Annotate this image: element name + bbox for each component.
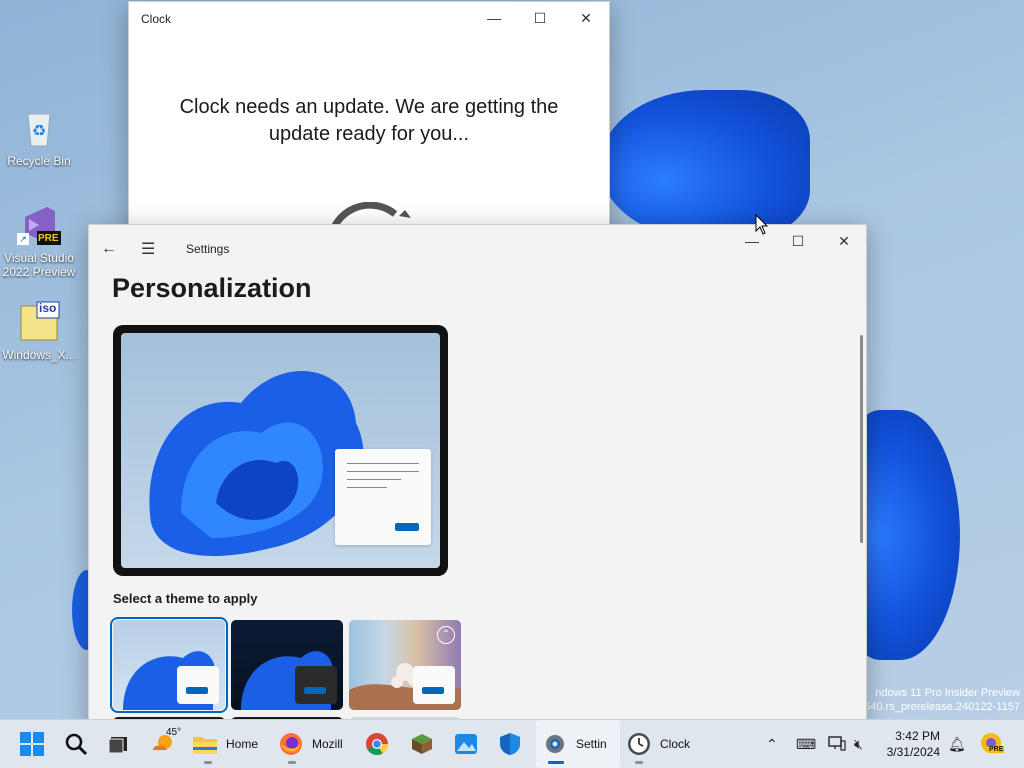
- shortcut-arrow-icon: ↗: [17, 233, 29, 245]
- desktop-icon-label: Visual Studio 2022 Preview: [2, 251, 76, 279]
- minimize-button[interactable]: —: [471, 2, 517, 34]
- maximize-icon: ☐: [533, 9, 547, 26]
- svg-text:♻: ♻: [32, 121, 46, 140]
- back-arrow-icon[interactable]: ←: [101, 240, 125, 258]
- iso-badge: iso: [39, 301, 57, 315]
- show-hidden-icons-button[interactable]: ⌃: [766, 720, 778, 768]
- settings-nav: ← ☰: [101, 239, 155, 259]
- start-button[interactable]: [19, 720, 45, 768]
- pre-badge: PRE: [38, 233, 59, 244]
- minimize-icon: —: [487, 10, 501, 26]
- window-title: Clock: [141, 12, 172, 26]
- desktop-icon-label: Windows_X...: [2, 348, 76, 362]
- clock-time: 3:42 PM: [895, 729, 940, 743]
- update-message: Clock needs an update. We are getting th…: [179, 96, 559, 145]
- copilot-pre-icon: PRE: [980, 732, 1005, 756]
- wallpaper-bloom-top: [600, 90, 810, 240]
- desktop-icon-iso[interactable]: iso Windows_X...: [1, 300, 77, 362]
- settings-window: ← ☰ Settings — ☐ ✕ Personalization Selec…: [88, 224, 867, 726]
- theme-flower[interactable]: ⌃: [349, 620, 461, 710]
- clock-date: 3/31/2024: [886, 745, 940, 759]
- task-view-button[interactable]: [105, 720, 131, 768]
- system-clock[interactable]: 3:42 PM 3/31/2024: [887, 728, 940, 760]
- preview-window-mockup: [335, 449, 431, 545]
- page-title: Personalization: [112, 273, 312, 303]
- photos-icon: [453, 731, 479, 757]
- chrome-icon: [364, 731, 390, 757]
- taskbar-item-settings[interactable]: Settin: [536, 720, 620, 768]
- taskbar-item-file-explorer[interactable]: Home: [192, 720, 270, 768]
- iso-file-icon: iso: [17, 300, 61, 344]
- scrollbar[interactable]: [860, 335, 863, 543]
- chevron-up-icon: ⌃: [766, 735, 778, 752]
- taskbar-item-minecraft[interactable]: [409, 720, 435, 768]
- clock-icon: [626, 731, 652, 757]
- mouse-cursor-icon: [755, 214, 769, 235]
- theme-list: ⌃: [110, 617, 461, 713]
- windows-logo-icon: [19, 731, 45, 757]
- monitor-network-icon: [828, 735, 846, 754]
- weather-temperature: 45°: [166, 727, 182, 738]
- clock-window: Clock — ☐ ✕ Clock needs an update. We ar…: [128, 1, 610, 243]
- settings-gear-icon: [542, 731, 568, 757]
- close-button[interactable]: ✕: [821, 225, 866, 257]
- keyboard-icon: ⌨: [796, 735, 817, 752]
- search-icon: [63, 731, 89, 757]
- firefox-icon: [278, 731, 304, 757]
- theme-preview: [113, 325, 448, 576]
- weather-widget[interactable]: 45°: [150, 720, 181, 768]
- bell-icon: 🔔︎: [948, 735, 966, 752]
- taskbar-item-label: Settin: [576, 737, 607, 751]
- windows-watermark: ndows 11 Pro Insider Preview 640.rs_prer…: [864, 686, 1020, 714]
- volume-button[interactable]: 🔇︎: [854, 720, 863, 768]
- recycle-bin-icon: ♻: [17, 106, 61, 150]
- maximize-button[interactable]: ☐: [775, 225, 821, 257]
- hamburger-menu-icon[interactable]: ☰: [141, 239, 155, 259]
- taskbar-item-chrome[interactable]: [364, 720, 390, 768]
- close-button[interactable]: ✕: [563, 2, 609, 34]
- desktop-icon-recycle-bin[interactable]: ♻ Recycle Bin: [1, 106, 77, 168]
- watermark-line-2: 640.rs_prerelease.240122-1157: [864, 701, 1020, 713]
- visual-studio-icon: PRE ↗: [17, 203, 61, 247]
- close-icon: ✕: [838, 232, 850, 249]
- task-view-icon: [105, 731, 131, 757]
- speaker-muted-icon: 🔇︎: [854, 735, 863, 752]
- theme-light-bloom[interactable]: [110, 617, 228, 713]
- taskbar: 45° Home Mozill Settin Clock ⌃ ⌨ 🔇︎ 3:42…: [0, 719, 1024, 768]
- taskbar-item-clock[interactable]: Clock: [626, 720, 700, 768]
- section-label: Select a theme to apply: [113, 591, 258, 606]
- keyboard-button[interactable]: ⌨: [796, 720, 816, 768]
- theme-dark-bloom[interactable]: [231, 620, 343, 710]
- taskbar-item-label: Mozill: [312, 737, 343, 751]
- close-icon: ✕: [580, 9, 592, 26]
- taskbar-item-firefox[interactable]: Mozill: [278, 720, 352, 768]
- desktop-icon-label: Recycle Bin: [7, 154, 71, 168]
- tray-badge: PRE: [988, 746, 1005, 753]
- copilot-button[interactable]: PRE: [980, 720, 1005, 768]
- maximize-icon: ☐: [791, 232, 805, 249]
- notifications-button[interactable]: 🔔︎: [948, 720, 966, 768]
- network-button[interactable]: [828, 720, 846, 768]
- search-button[interactable]: [63, 720, 89, 768]
- minecraft-block-icon: [409, 731, 435, 757]
- window-title: Settings: [186, 242, 230, 256]
- theme-info-icon: ⌃: [437, 626, 455, 644]
- taskbar-item-label: Clock: [660, 737, 691, 751]
- taskbar-item-defender[interactable]: [497, 720, 523, 768]
- maximize-button[interactable]: ☐: [517, 2, 563, 34]
- file-explorer-icon: [192, 731, 218, 757]
- watermark-line-1: ndows 11 Pro Insider Preview: [875, 687, 1020, 699]
- desktop-icon-visual-studio[interactable]: PRE ↗ Visual Studio 2022 Preview: [1, 203, 77, 279]
- taskbar-item-label: Home: [226, 737, 259, 751]
- taskbar-item-photos[interactable]: [453, 720, 479, 768]
- shield-icon: [497, 731, 523, 757]
